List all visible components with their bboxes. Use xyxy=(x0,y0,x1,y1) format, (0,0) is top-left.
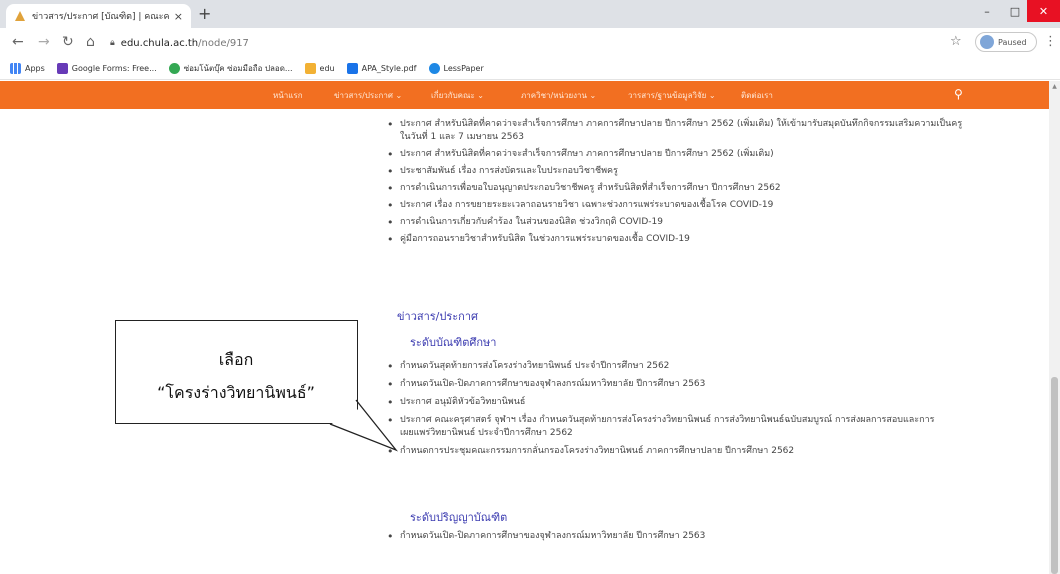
announcement-link[interactable]: ประชาสัมพันธ์ เรื่อง การส่งบัตรและใบประก… xyxy=(384,165,964,178)
tab-close-icon[interactable]: × xyxy=(174,10,183,23)
undergraduate-list: กำหนดวันเปิด-ปิดภาคการศึกษาของจุฬาลงกรณ์… xyxy=(384,530,944,543)
announcement-link[interactable]: การดำเนินการเพื่อขอใบอนุญาตประกอบวิชาชีพ… xyxy=(384,182,964,195)
graduate-heading: ระดับบัณฑิตศึกษา xyxy=(410,336,497,349)
lock-icon: 🔒︎ xyxy=(110,38,115,48)
announcement-link[interactable]: คู่มือการถอนรายวิชาสำหรับนิสิต ในช่วงการ… xyxy=(384,233,964,246)
nav-item-journals[interactable]: วารสาร/ฐานข้อมูลวิจัย ⌄ xyxy=(628,89,716,102)
section-title: ข่าวสาร/ประกาศ xyxy=(397,310,478,323)
bookmark-edu[interactable]: edu xyxy=(304,63,335,74)
announcement-link[interactable]: ประกาศ สำหรับนิสิตที่คาดว่าจะสำเร็จการศึ… xyxy=(384,148,964,161)
home-icon[interactable]: ⌂ xyxy=(86,34,95,50)
apps-grid-icon xyxy=(10,63,21,74)
browser-tab[interactable]: ข่าวสาร/ประกาศ [บัณฑิต] | คณะครุศาสตร์ × xyxy=(6,4,191,28)
reload-icon[interactable]: ↻ xyxy=(62,34,74,50)
announcement-link[interactable]: ประกาศ เรื่อง การขยายระยะเวลาถอนรายวิชา … xyxy=(384,199,964,212)
menu-kebab-icon[interactable]: ⋮ xyxy=(1044,34,1057,49)
nav-item-about[interactable]: เกี่ยวกับคณะ ⌄ xyxy=(431,89,484,102)
graduate-link[interactable]: ประกาศ อนุมัติหัวข้อวิทยานิพนธ์ xyxy=(384,396,944,409)
maximize-button[interactable]: □ xyxy=(1001,0,1029,22)
site-nav-bar: หน้าแรก ข่าวสาร/ประกาศ ⌄ เกี่ยวกับคณะ ⌄ … xyxy=(0,81,1049,109)
profile-status: Paused xyxy=(998,37,1027,47)
page-scrollbar[interactable]: ▲ xyxy=(1049,81,1060,574)
minimize-button[interactable]: – xyxy=(973,0,1001,22)
bookmark-repair-site[interactable]: ซ่อมโน้ตบุ๊ค ซ่อมมือถือ ปลอด... xyxy=(168,62,293,75)
nav-item-departments[interactable]: ภาควิชา/หน่วยงาน ⌄ xyxy=(521,89,596,102)
graduate-link[interactable]: กำหนดการประชุมคณะกรรมการกลั่นกรองโครงร่า… xyxy=(384,445,944,458)
edu-logo-icon xyxy=(304,63,316,74)
url-host: edu.chula.ac.th xyxy=(120,37,199,49)
bookmark-label: ซ่อมโน้ตบุ๊ค ซ่อมมือถือ ปลอด... xyxy=(183,64,293,73)
bookmark-label: edu xyxy=(319,64,335,73)
globe-icon xyxy=(168,63,180,74)
avatar-icon xyxy=(980,35,994,49)
instruction-callout: เลือก “โครงร่างวิทยานิพนธ์” xyxy=(115,320,358,424)
site-favicon-icon xyxy=(15,11,25,21)
pdf-icon xyxy=(346,63,358,74)
scrollbar-thumb[interactable] xyxy=(1051,377,1058,574)
bookmark-google-forms[interactable]: Google Forms: Free... xyxy=(56,63,157,74)
profile-button[interactable]: Paused xyxy=(975,32,1037,52)
bookmark-label: Google Forms: Free... xyxy=(71,64,157,73)
announcement-list: ประกาศ สำหรับนิสิตที่คาดว่าจะสำเร็จการศึ… xyxy=(384,118,964,250)
callout-text-line1: เลือก xyxy=(218,350,254,369)
graduate-list: กำหนดวันสุดท้ายการส่งโครงร่างวิทยานิพนธ์… xyxy=(384,360,944,463)
lesspaper-icon xyxy=(428,63,440,74)
graduate-link[interactable]: กำหนดวันเปิด-ปิดภาคการศึกษาของจุฬาลงกรณ์… xyxy=(384,378,944,391)
new-tab-button[interactable]: + xyxy=(198,6,211,22)
title-bar: ข่าวสาร/ประกาศ [บัณฑิต] | คณะครุศาสตร์ ×… xyxy=(0,0,1060,28)
nav-item-news[interactable]: ข่าวสาร/ประกาศ ⌄ xyxy=(334,89,402,102)
bookmark-label: APA_Style.pdf xyxy=(361,64,417,73)
announcement-link[interactable]: ประกาศ สำหรับนิสิตที่คาดว่าจะสำเร็จการศึ… xyxy=(384,118,964,144)
url-path: /node/917 xyxy=(198,37,249,49)
undergraduate-heading: ระดับปริญญาบัณฑิต xyxy=(410,511,508,524)
graduate-link-thesis-outline[interactable]: ประกาศ คณะครุศาสตร์ จุฬาฯ เรื่อง กำหนดวั… xyxy=(384,414,944,440)
graduate-link[interactable]: กำหนดวันสุดท้ายการส่งโครงร่างวิทยานิพนธ์… xyxy=(384,360,944,373)
undergraduate-link[interactable]: กำหนดวันเปิด-ปิดภาคการศึกษาของจุฬาลงกรณ์… xyxy=(384,530,944,543)
nav-item-contact[interactable]: ติดต่อเรา xyxy=(741,89,773,102)
bookmark-label: Apps xyxy=(25,64,45,73)
bookmarks-bar: Apps Google Forms: Free... ซ่อมโน้ตบุ๊ค … xyxy=(0,58,1060,80)
bookmark-apps[interactable]: Apps xyxy=(10,63,45,74)
close-window-button[interactable]: ✕ xyxy=(1027,0,1060,22)
forward-arrow-icon[interactable]: → xyxy=(38,34,50,50)
announcement-link[interactable]: การดำเนินการเกี่ยวกับคำร้อง ในส่วนของนิส… xyxy=(384,216,964,229)
address-bar[interactable]: 🔒︎ edu.chula.ac.th/node/917 xyxy=(110,32,972,54)
bookmark-star-icon[interactable]: ☆ xyxy=(950,34,962,49)
scroll-up-icon[interactable]: ▲ xyxy=(1049,81,1060,92)
bookmark-lesspaper[interactable]: LessPaper xyxy=(428,63,484,74)
nav-item-home[interactable]: หน้าแรก xyxy=(273,89,303,102)
search-icon[interactable]: ⚲ xyxy=(954,87,963,101)
callout-text-line2: “โครงร่างวิทยานิพนธ์” xyxy=(157,383,315,402)
back-arrow-icon[interactable]: ← xyxy=(12,34,24,50)
tab-title: ข่าวสาร/ประกาศ [บัณฑิต] | คณะครุศาสตร์ xyxy=(32,12,170,22)
bookmark-apa-style[interactable]: APA_Style.pdf xyxy=(346,63,417,74)
google-forms-icon xyxy=(56,63,68,74)
bookmark-label: LessPaper xyxy=(443,64,484,73)
